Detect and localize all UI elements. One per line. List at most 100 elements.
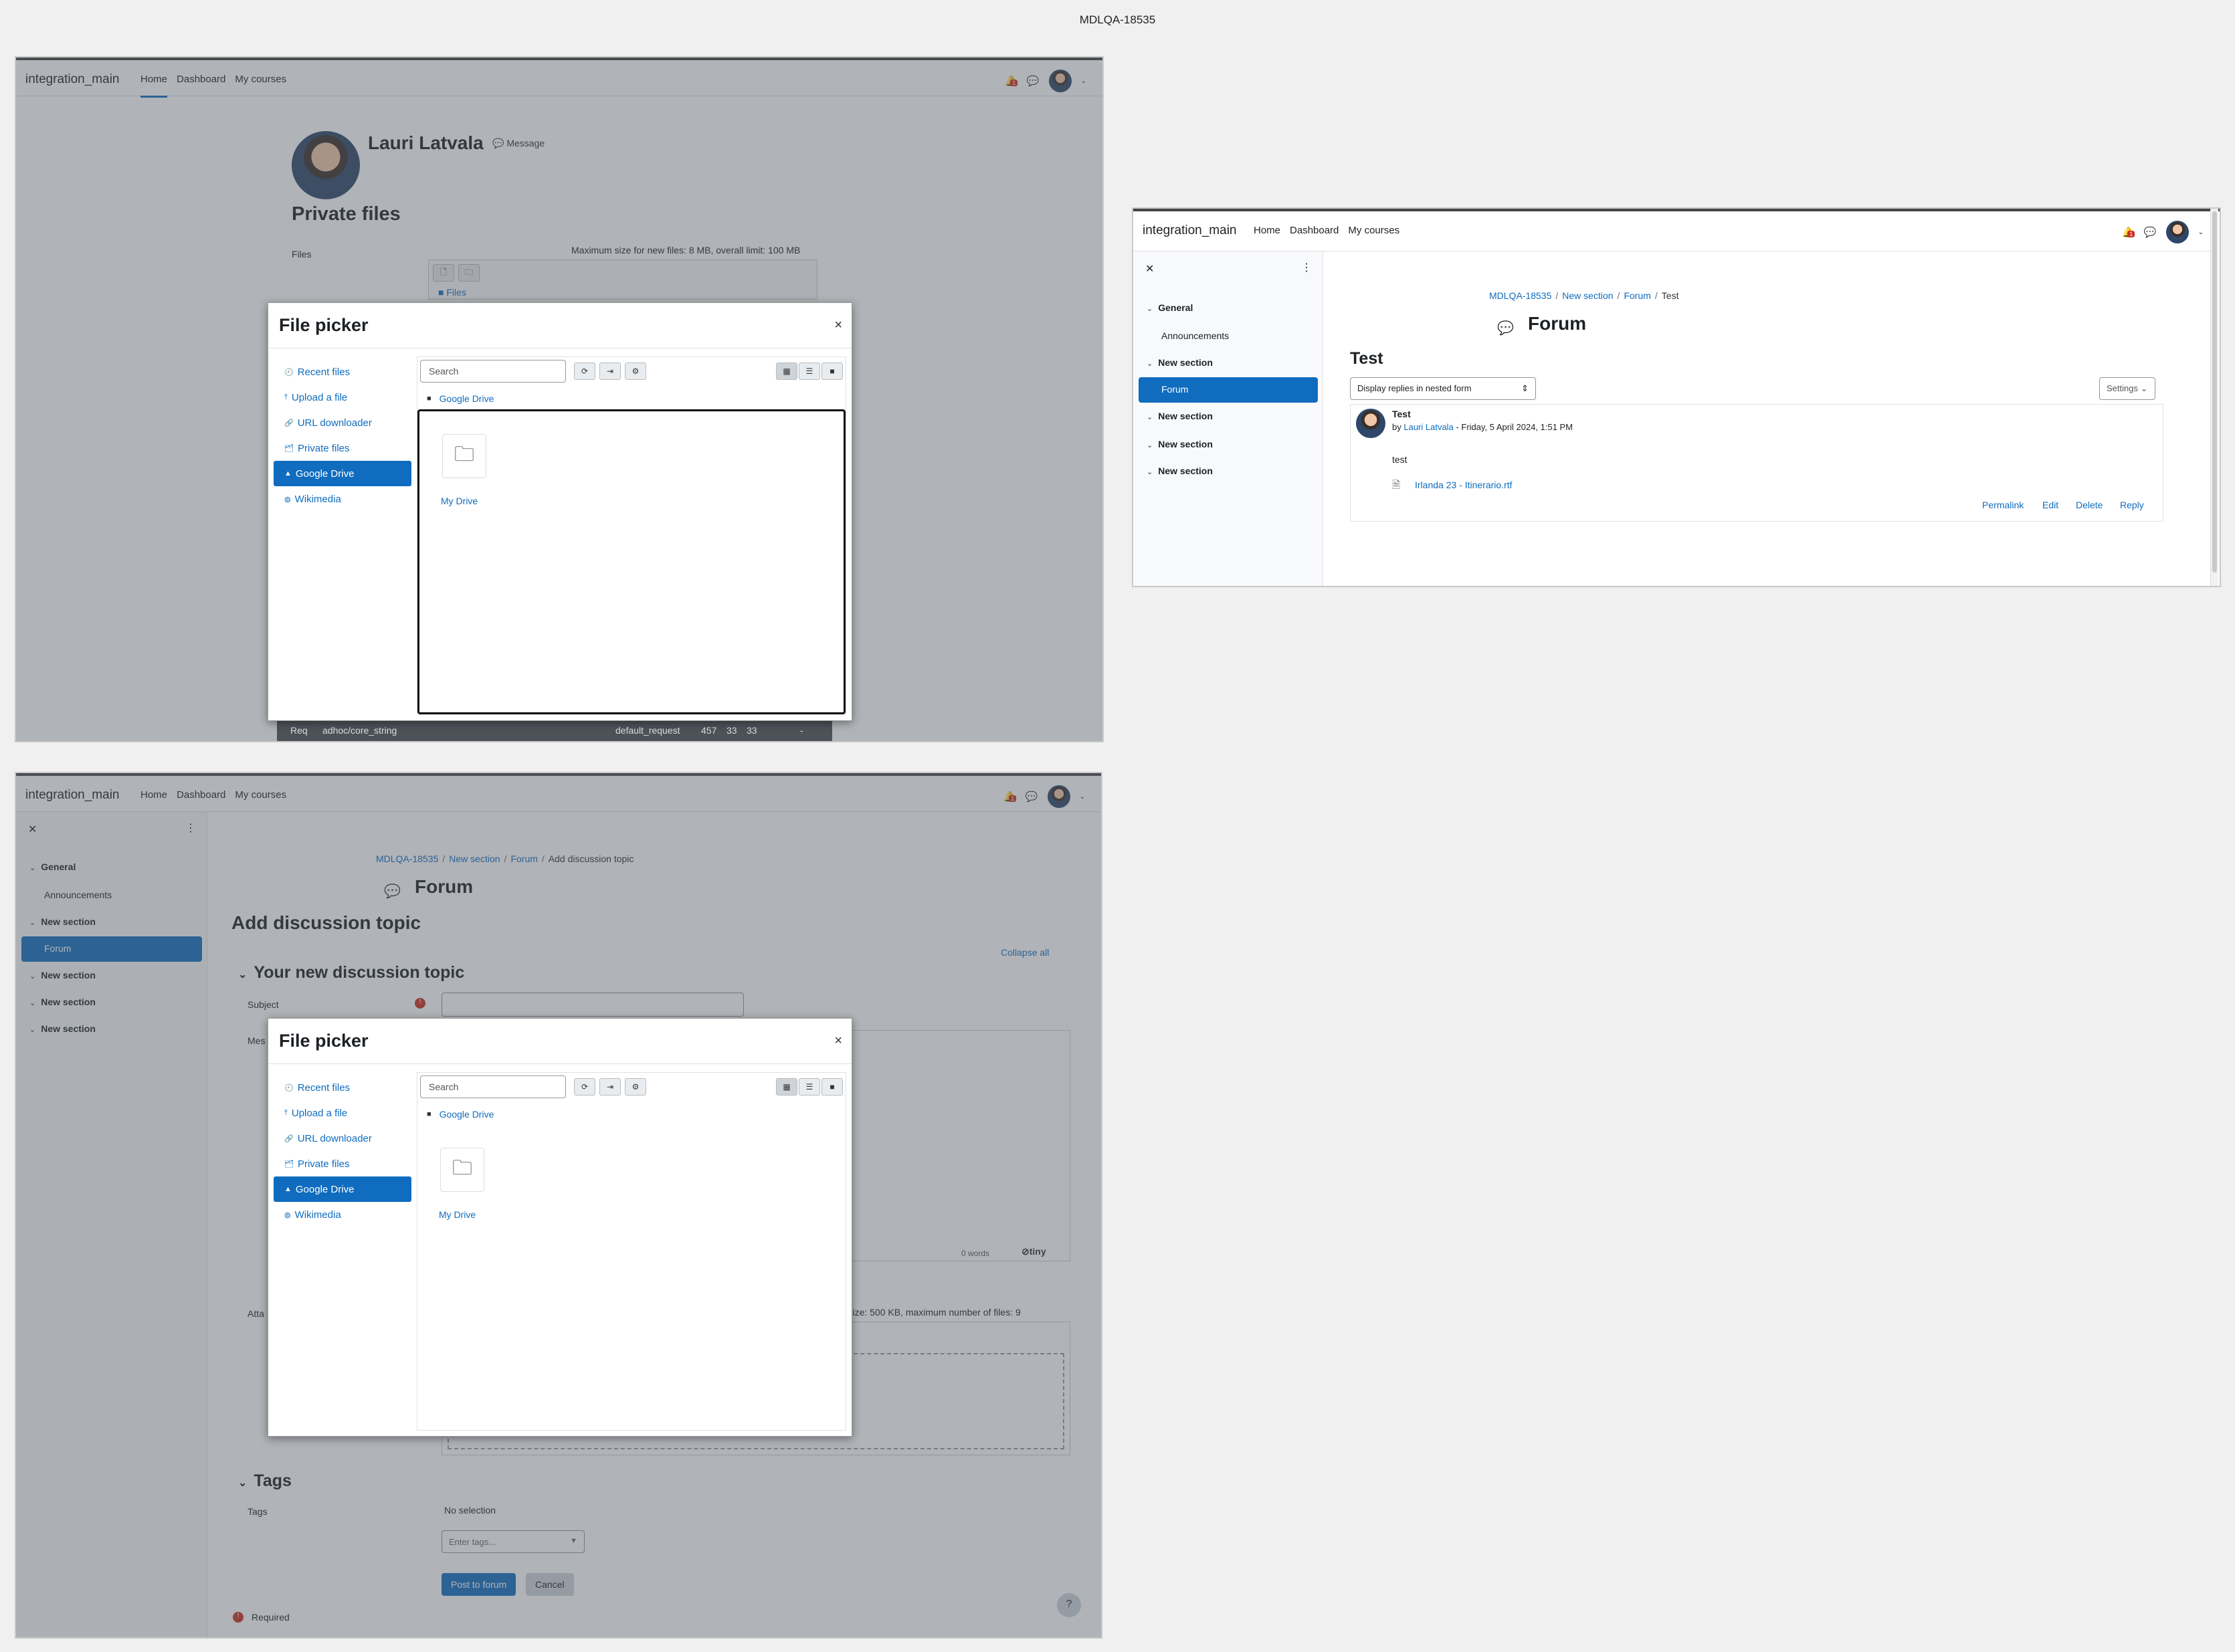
icon-view-icon[interactable]: ▦ bbox=[776, 1078, 797, 1096]
search-input[interactable]: Search bbox=[420, 1075, 566, 1098]
file-picker-content: Search ⟳ ⇥ ⚙ ▦ ☰ ■ ■ Google Drive 🗀 My Dr… bbox=[417, 1072, 846, 1431]
debug-bar: Req adhoc/core_string default_request 45… bbox=[277, 718, 832, 741]
chevron-down-icon: ⌄ bbox=[1147, 468, 1153, 476]
section-new-3[interactable]: ⌄ New section bbox=[1147, 439, 1213, 449]
item-forum[interactable]: Forum bbox=[1139, 377, 1318, 403]
chevron-down-icon: ⌄ bbox=[1147, 360, 1153, 368]
repo-wikimedia[interactable]: ◍ Wikimedia bbox=[274, 1202, 411, 1227]
upload-icon: ⤒ bbox=[284, 393, 288, 401]
section-new-4[interactable]: ⌄ New section bbox=[1147, 466, 1213, 476]
wikimedia-icon: ◍ bbox=[284, 1211, 291, 1219]
logout-icon[interactable]: ⇥ bbox=[599, 1078, 621, 1096]
file-picker-path: ■ Google Drive bbox=[427, 1109, 494, 1120]
attachment-link[interactable]: Irlanda 23 - Itinerario.rtf bbox=[1415, 480, 1513, 490]
delete-link[interactable]: Delete bbox=[2076, 500, 2103, 510]
post-subject: Test bbox=[1392, 409, 1411, 419]
repo-toolbar: ⟳ ⇥ ⚙ bbox=[574, 1078, 646, 1096]
forum-post: Test by Lauri Latvala - Friday, 5 April … bbox=[1350, 404, 2163, 522]
repo-url-downloader[interactable]: 🔗 URL downloader bbox=[274, 410, 411, 435]
nav-dashboard[interactable]: Dashboard bbox=[1290, 225, 1339, 236]
url-icon: 🔗 bbox=[284, 419, 294, 427]
refresh-icon[interactable]: ⟳ bbox=[574, 1078, 595, 1096]
private-files-icon: 🗂 bbox=[284, 444, 294, 453]
select-arrow-icon: ⇕ bbox=[1521, 383, 1529, 393]
course-index: ✕ ⋮ ⌄ General Announcements ⌄ New section … bbox=[1133, 251, 1323, 586]
nav-home[interactable]: Home bbox=[1254, 225, 1280, 236]
repo-private-files[interactable]: 🗂 Private files bbox=[274, 1151, 411, 1176]
repo-toolbar: ⟳ ⇥ ⚙ bbox=[574, 363, 646, 380]
notification-bell-icon[interactable]: 🔔1 bbox=[2122, 226, 2135, 238]
reply-link[interactable]: Reply bbox=[2120, 500, 2144, 510]
post-body: test bbox=[1392, 454, 1407, 465]
file-picker-title: File picker bbox=[279, 315, 369, 335]
gear-icon[interactable]: ⚙ bbox=[625, 1078, 646, 1096]
messages-icon[interactable]: 💬 bbox=[2144, 226, 2157, 238]
chevron-down-icon: ⌄ bbox=[1147, 441, 1153, 449]
chevron-down-icon: ⌄ bbox=[1147, 305, 1153, 313]
primary-nav: Home Dashboard My courses bbox=[1254, 225, 1399, 236]
repo-google-drive[interactable]: ▲ Google Drive bbox=[274, 461, 411, 486]
url-icon: 🔗 bbox=[284, 1134, 294, 1143]
screenshot-forum-discussion: integration_main Home Dashboard My cours… bbox=[1132, 207, 2221, 587]
nav-my-courses[interactable]: My courses bbox=[1348, 225, 1399, 236]
user-tools: 🔔1 💬 ⌄ bbox=[2122, 221, 2204, 243]
site-name[interactable]: integration_main bbox=[1143, 223, 1236, 238]
upload-icon: ⤒ bbox=[284, 1108, 288, 1117]
user-avatar[interactable] bbox=[2165, 221, 2189, 243]
logout-icon[interactable]: ⇥ bbox=[599, 363, 621, 380]
scrollbar-thumb[interactable] bbox=[2212, 211, 2217, 573]
tree-view-icon[interactable]: ■ bbox=[821, 1078, 843, 1096]
author-avatar bbox=[1356, 409, 1385, 438]
item-announcements[interactable]: Announcements bbox=[1161, 330, 1229, 341]
repo-upload-file[interactable]: ⤒ Upload a file bbox=[274, 385, 411, 410]
section-new-1[interactable]: ⌄ New section bbox=[1147, 357, 1213, 368]
repo-private-files[interactable]: 🗂 Private files bbox=[274, 435, 411, 461]
repo-recent-files[interactable]: 🕘 Recent files bbox=[274, 359, 411, 385]
section-general[interactable]: ⌄ General bbox=[1147, 302, 1193, 313]
recent-files-icon: 🕘 bbox=[284, 368, 294, 377]
repo-google-drive[interactable]: ▲ Google Drive bbox=[274, 1176, 411, 1202]
edit-link[interactable]: Edit bbox=[2042, 500, 2058, 510]
close-icon[interactable]: × bbox=[834, 318, 842, 333]
close-icon[interactable]: ✕ bbox=[1145, 262, 1154, 276]
google-drive-icon: ▲ bbox=[284, 1185, 292, 1193]
settings-button[interactable]: Settings ⌄ bbox=[2099, 377, 2155, 400]
repo-wikimedia[interactable]: ◍ Wikimedia bbox=[274, 486, 411, 512]
repo-upload-file[interactable]: ⤒ Upload a file bbox=[274, 1100, 411, 1126]
close-icon[interactable]: × bbox=[834, 1033, 842, 1049]
view-switcher: ▦ ☰ ■ bbox=[776, 363, 843, 380]
list-view-icon[interactable]: ☰ bbox=[799, 1078, 820, 1096]
file-picker-header: File picker × bbox=[268, 1019, 852, 1064]
refresh-icon[interactable]: ⟳ bbox=[574, 363, 595, 380]
file-picker-dialog: File picker × 🕘 Recent files ⤒ Upload a fi… bbox=[268, 302, 852, 721]
screenshot-private-files: integration_main Home Dashboard My cours… bbox=[15, 56, 1104, 742]
activity-name: Forum bbox=[1528, 313, 1587, 334]
folder-icon[interactable]: 🗀 bbox=[442, 434, 486, 478]
discussion-title: Test bbox=[1350, 349, 1383, 368]
repo-url-downloader[interactable]: 🔗 URL downloader bbox=[274, 1126, 411, 1151]
tree-view-icon[interactable]: ■ bbox=[821, 363, 843, 380]
folder-icon[interactable]: 🗀 bbox=[440, 1148, 484, 1192]
more-icon[interactable]: ⋮ bbox=[1301, 261, 1312, 274]
file-icon: 🗎 bbox=[1392, 480, 1401, 491]
forum-icon: 💬 bbox=[1497, 321, 1514, 336]
gear-icon[interactable]: ⚙ bbox=[625, 363, 646, 380]
google-drive-icon: ▲ bbox=[284, 470, 292, 478]
folder-label[interactable]: My Drive bbox=[441, 496, 478, 506]
folder-label[interactable]: My Drive bbox=[439, 1209, 476, 1220]
chevron-down-icon: ⌄ bbox=[1147, 413, 1153, 421]
scrollbar[interactable] bbox=[2210, 209, 2218, 586]
permalink-link[interactable]: Permalink bbox=[1982, 500, 2024, 510]
file-picker-header: File picker × bbox=[268, 303, 852, 348]
list-view-icon[interactable]: ☰ bbox=[799, 363, 820, 380]
page-title: MDLQA-18535 bbox=[1079, 13, 1156, 26]
section-new-2[interactable]: ⌄ New section bbox=[1147, 411, 1213, 421]
breadcrumb: MDLQA-18535/New section / Forum / Test bbox=[1489, 290, 1679, 301]
file-picker-title: File picker bbox=[279, 1031, 369, 1051]
file-picker-dialog: File picker × 🕘 Recent files ⤒ Upload a fi… bbox=[268, 1018, 852, 1437]
repo-recent-files[interactable]: 🕘 Recent files bbox=[274, 1075, 411, 1100]
chevron-down-icon[interactable]: ⌄ bbox=[2198, 229, 2204, 236]
search-input[interactable]: Search bbox=[420, 360, 566, 383]
display-mode-select[interactable]: Display replies in nested form ⇕ bbox=[1350, 377, 1536, 400]
icon-view-icon[interactable]: ▦ bbox=[776, 363, 797, 380]
